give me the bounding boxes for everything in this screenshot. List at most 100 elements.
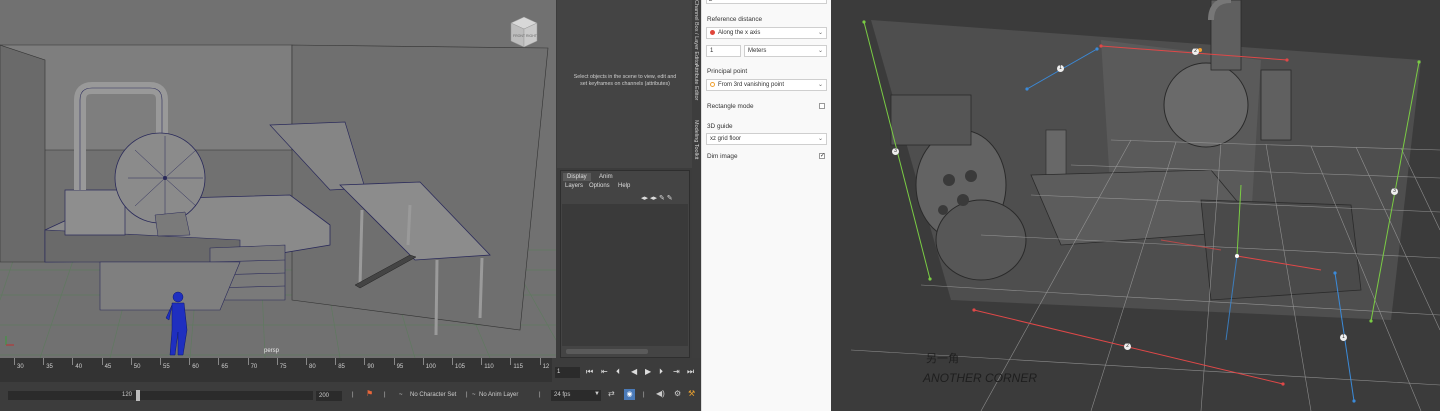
tab-anim[interactable]: Anim xyxy=(595,173,617,181)
partial-dropdown-value: 2 xyxy=(709,0,713,3)
layer-list[interactable] xyxy=(562,204,688,346)
timeline-tick xyxy=(276,358,278,365)
unit-value: Meters xyxy=(748,48,767,54)
timeline-tick xyxy=(247,358,249,365)
reference-image-canvas[interactable]: ANOTHER CORNER 另一角 1 2 3 2 3 1 xyxy=(831,0,1440,411)
side-tab-attribute-editor[interactable]: Attribute Editor xyxy=(693,64,699,100)
timeline-tick xyxy=(72,358,74,365)
timeline-tick xyxy=(510,358,512,365)
timeline-tick-label: 85 xyxy=(338,364,345,370)
timeline-tick xyxy=(14,358,15,365)
anim-layer-label[interactable]: No Anim Layer xyxy=(479,392,518,398)
step-forward-key-icon[interactable]: ⇥ xyxy=(673,367,680,376)
dim-image-checkbox[interactable]: ✓ xyxy=(819,153,825,159)
settings-panel xyxy=(701,0,831,411)
marker-blue-1[interactable]: 1 xyxy=(1057,65,1064,72)
dim-image-label: Dim image xyxy=(707,153,738,160)
divider-icon: | xyxy=(643,392,645,398)
timeline-tick xyxy=(189,358,191,365)
marker-green-3[interactable]: 3 xyxy=(892,148,899,155)
menu-options[interactable]: Options xyxy=(589,183,610,189)
divider-icon: | xyxy=(539,392,541,398)
timeline-tick-label: 95 xyxy=(396,364,404,370)
range-max-field[interactable]: 200 xyxy=(316,391,342,401)
attribute-panel-message: Select objects in the scene to view, edi… xyxy=(573,74,677,87)
reference-axis-value: Along the x axis xyxy=(718,30,761,36)
current-frame-field[interactable]: 1 xyxy=(555,367,580,378)
partial-dropdown[interactable]: 2 xyxy=(706,0,827,4)
timeline-tick-label: 75 xyxy=(279,364,287,370)
handwritten-glyphs: 另一角 xyxy=(926,352,959,365)
play-backwards-icon[interactable]: ◀ xyxy=(631,367,637,376)
divider-icon: | xyxy=(384,392,386,398)
timeline-tick xyxy=(364,358,366,365)
timeline-tick-label: 115 xyxy=(513,364,523,370)
character-set-icon[interactable]: ~ xyxy=(399,392,403,398)
camera-label: persp xyxy=(264,348,280,354)
side-tabs: Channel Box / Layer Editor Attribute Edi… xyxy=(692,0,701,358)
chevron-down-icon: ⌄ xyxy=(817,136,823,142)
timeline-tick-label: 55 xyxy=(163,364,170,370)
auto-key-icon[interactable]: ◉ xyxy=(624,389,635,400)
divider-icon: | xyxy=(466,392,468,398)
horizontal-scrollbar[interactable] xyxy=(566,349,648,354)
side-tab-channel-box[interactable]: Channel Box / Layer Editor xyxy=(693,0,699,66)
timeline[interactable]: 30 35 40 45 50 55 60 65 70 75 80 85 90 95 100 105 110 115… xyxy=(0,358,552,382)
timeline-tick xyxy=(422,358,424,365)
principal-point-dot xyxy=(710,81,715,87)
handwritten-caption: ANOTHER CORNER xyxy=(922,371,1037,385)
guide-label: 3D guide xyxy=(707,123,733,130)
chevron-down-icon: ⌄ xyxy=(817,82,823,88)
viewcube[interactable]: FRONT RIGHT xyxy=(507,15,541,49)
reference-distance-input[interactable]: 1 xyxy=(706,45,741,57)
guide-dropdown[interactable]: xz grid floor ⌄ xyxy=(706,133,827,145)
principal-point-label: Principal point xyxy=(707,68,748,75)
range-slider-handle[interactable] xyxy=(136,390,140,401)
side-tab-modeling-toolkit[interactable]: Modeling Toolkit xyxy=(693,120,699,159)
timeline-tick-label: 80 xyxy=(309,364,316,370)
tools-icon[interactable]: ⚒ xyxy=(688,389,695,398)
loop-icon[interactable]: ⇄ xyxy=(608,389,615,398)
tab-display[interactable]: Display xyxy=(563,173,591,181)
anim-layer-icon[interactable]: ~ xyxy=(472,392,476,398)
unit-dropdown[interactable]: Meters ⌄ xyxy=(744,45,827,57)
timeline-tick-label: 105 xyxy=(455,364,466,370)
reference-axis-dropdown[interactable]: Along the x axis ⌄ xyxy=(706,27,827,39)
menu-help[interactable]: Help xyxy=(618,183,630,189)
layer-tool-icons[interactable]: ◂▸ ◂▸ ✎ ✎ xyxy=(641,194,673,202)
step-back-key-icon[interactable]: ⇤ xyxy=(601,367,608,376)
timeline-tick xyxy=(481,358,483,365)
timeline-tick xyxy=(452,358,453,365)
step-forward-frame-icon[interactable]: ⏵ xyxy=(659,367,663,377)
3d-viewport[interactable]: FRONT RIGHT persp xyxy=(0,0,556,358)
timeline-tick xyxy=(160,358,161,365)
marker-red-2b[interactable]: 2 xyxy=(1124,343,1131,350)
timeline-tick-label: 60 xyxy=(192,364,199,370)
chevron-down-icon: ⌄ xyxy=(817,48,823,54)
timeline-tick-label: 90 xyxy=(367,364,375,370)
range-slider-track[interactable] xyxy=(8,391,313,400)
principal-point-dropdown[interactable]: From 3rd vanishing point ⌄ xyxy=(706,79,827,91)
reference-distance-label: Reference distance xyxy=(707,16,763,23)
guide-value: xz grid floor xyxy=(710,136,742,142)
timeline-tick xyxy=(306,358,307,365)
marker-green-3b[interactable]: 3 xyxy=(1391,188,1398,195)
key-flag-icon[interactable]: ⚑ xyxy=(366,389,373,398)
settings-icon[interactable]: ⚙ xyxy=(674,389,681,398)
timeline-tick-label: 70 xyxy=(250,364,258,370)
timeline-tick xyxy=(218,358,220,365)
viewcube-right-label: RIGHT xyxy=(526,34,538,38)
marker-blue-1b[interactable]: 1 xyxy=(1340,334,1347,341)
character-set-label[interactable]: No Character Set xyxy=(410,392,456,398)
menu-layers[interactable]: Layers xyxy=(565,183,583,189)
divider-icon: | xyxy=(352,392,354,398)
go-to-start-icon[interactable]: ⏮ xyxy=(586,367,593,377)
timeline-tick-label: 12 xyxy=(542,364,550,370)
rectangle-mode-checkbox[interactable] xyxy=(819,103,825,109)
sound-icon[interactable]: ◀︎) xyxy=(656,389,665,398)
rectangle-mode-label: Rectangle mode xyxy=(707,103,754,110)
go-to-end-icon[interactable]: ⏭ xyxy=(687,367,694,377)
play-forwards-icon[interactable]: ▶ xyxy=(645,367,651,376)
step-back-frame-icon[interactable]: ⏴ xyxy=(616,367,620,377)
marker-red-2[interactable]: 2 xyxy=(1192,48,1199,55)
